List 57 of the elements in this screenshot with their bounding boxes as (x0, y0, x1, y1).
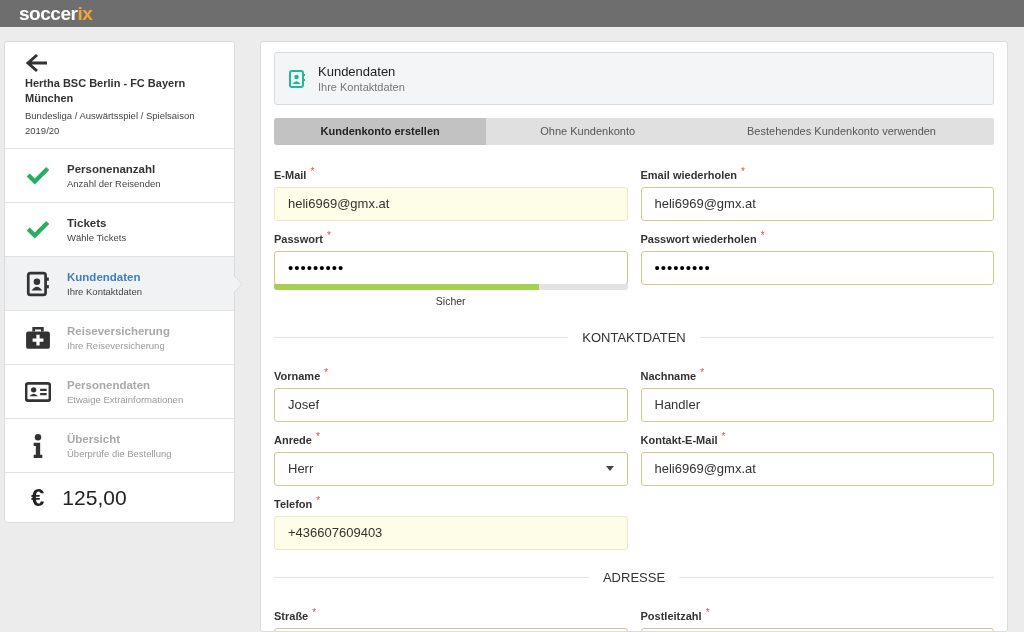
required-mark: * (315, 431, 320, 442)
input-field[interactable]: ••••••••• (640, 251, 994, 285)
section-subtitle: Ihre Kontaktdaten (318, 79, 405, 94)
field-label: Passwort wiederholen (640, 232, 757, 247)
field-label: Email wiederholen (640, 168, 738, 183)
required-mark: * (312, 607, 317, 618)
input-field[interactable]: ••••••••• (274, 251, 628, 285)
step-subtitle: Etwaige Extrainformationen (67, 392, 184, 407)
required-mark: * (316, 495, 321, 506)
logo[interactable]: soccerix (19, 4, 93, 23)
required-mark: * (700, 367, 705, 378)
step-subtitle: Überprüfe die Bestellung (67, 446, 172, 461)
step-title: Personenanzahl (67, 161, 157, 177)
select-field[interactable]: Herr (274, 451, 628, 486)
event-title: Hertha BSC Berlin - FC Bayern München (25, 76, 187, 106)
step-title: Personendaten (67, 377, 152, 393)
tab[interactable]: Kundenkonto erstellen (274, 118, 487, 145)
required-mark: * (326, 231, 331, 241)
section-title: Kundendaten (318, 63, 397, 80)
required-mark: * (760, 231, 765, 241)
section-heading: KONTAKTDATEN (582, 329, 686, 347)
strength-label: Sicher (435, 294, 466, 309)
step-subtitle: Anzahl der Reisenden (67, 176, 161, 191)
step-title: Übersicht (67, 431, 122, 447)
field-label: Vorname (274, 368, 321, 384)
input-field[interactable]: Handler (640, 387, 994, 422)
step-title: Reiseversicherung (67, 323, 170, 339)
step-subtitle: Wähle Tickets (67, 230, 127, 245)
event-subtitle: Bundesliga / Auswärtsspiel / Spielsaison 2019/20 (25, 109, 196, 138)
field-label: Postleitzahl (640, 608, 702, 624)
step-subtitle: Ihre Kontaktdaten (67, 284, 142, 299)
currency-symbol: € (31, 482, 45, 513)
input-field[interactable]: +436607609403 (274, 515, 628, 550)
input-field[interactable]: heli6969@gmx.at (640, 187, 994, 221)
total-price: 125,00 (62, 484, 127, 511)
step-title: Kundendaten (67, 269, 142, 285)
required-mark: * (721, 431, 726, 442)
step-title: Tickets (67, 215, 108, 231)
contact-book-icon (289, 69, 305, 88)
required-mark: * (324, 367, 329, 378)
dropdown-caret-icon (605, 466, 614, 472)
back-arrow-icon[interactable] (25, 52, 49, 74)
input-field[interactable]: heli6969@gmx.at (640, 451, 994, 486)
required-mark: * (741, 167, 745, 177)
field-label: Kontakt-E-Mail (640, 432, 718, 448)
field-label: Telefon (274, 496, 313, 512)
field-label: Passwort (274, 232, 323, 247)
field-label: Nachname (640, 368, 697, 384)
required-mark: * (310, 167, 315, 177)
step-subtitle: Ihre Reiseversicherung (67, 338, 166, 353)
field-label: E-Mail (274, 168, 307, 183)
field-label: Anrede (274, 432, 312, 448)
field-label: Straße (274, 608, 309, 624)
section-heading: ADRESSE (602, 569, 666, 587)
required-mark: * (705, 607, 710, 618)
input-field[interactable]: Josef (274, 387, 628, 422)
input-field[interactable]: heli6969@gmx.at (274, 187, 628, 221)
